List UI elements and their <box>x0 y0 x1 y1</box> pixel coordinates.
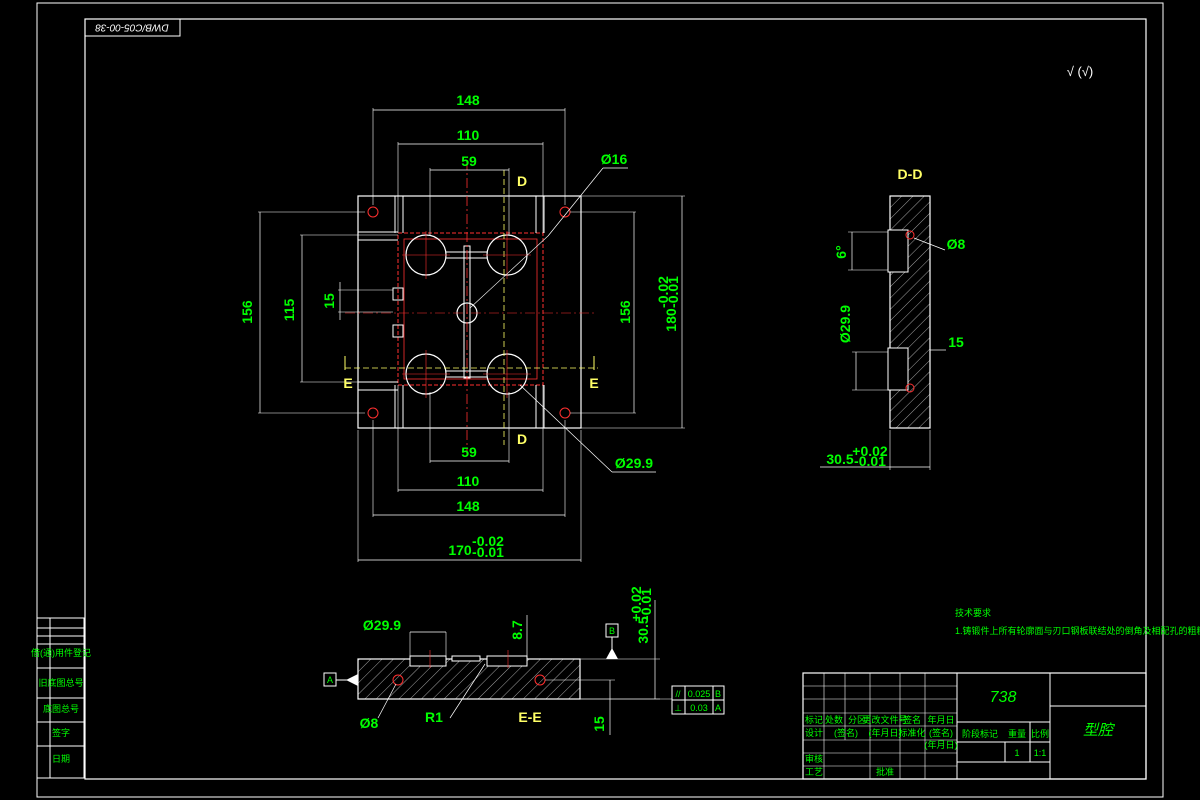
tb-header-5: 年月日 <box>927 714 954 725</box>
ee-dim-87: 8.7 <box>509 620 525 640</box>
side-box-3: 底图总号 <box>43 703 79 714</box>
dim-top-59: 59 <box>461 153 477 169</box>
ee-dim-d8: Ø8 <box>360 715 379 731</box>
side-strip: 借(通)用件登记 旧底图总号 底图总号 签字 日期 <box>31 617 91 779</box>
tol-row2-symbol: ⊥ <box>674 703 682 713</box>
dim-hole-d299: Ø29.9 <box>615 455 653 471</box>
tb-weight-value: 1 <box>1014 748 1019 758</box>
tol-row1-symbol: // <box>675 689 681 699</box>
tb-label-weight: 重量 <box>1008 728 1026 739</box>
dim-bot-170-tol-dn: -0.01 <box>472 544 504 560</box>
tb-design-0: 设计 <box>805 727 823 738</box>
tb-label-approve: 批准 <box>876 766 894 777</box>
tb-header-4: 签名 <box>903 714 921 725</box>
tb-design-5: (年月日) <box>925 739 958 750</box>
section-ee: Ø29.9 8.7 30.5 +0.02 -0.01 15 Ø8 R1 E-E … <box>323 586 725 735</box>
title-block: 标记 处数 分区 更改文件号 签名 年月日 设计 (签名) (年月日) 标准化 … <box>802 672 1147 780</box>
dd-dim-d8: Ø8 <box>947 236 966 252</box>
dim-left-115: 115 <box>281 298 297 321</box>
dim-hole-d16: Ø16 <box>601 151 628 167</box>
corner-hole-tl <box>367 206 379 218</box>
drawing-code: DWB/C05-00-38 <box>95 21 169 32</box>
datum-a-label: A <box>327 675 333 685</box>
tech-req-title: 技术要求 <box>955 607 991 618</box>
dim-right-156: 156 <box>617 300 633 324</box>
dim-left-15: 15 <box>321 293 337 309</box>
dd-dim-15: 15 <box>948 334 964 350</box>
dim-bot-110: 110 <box>457 473 480 489</box>
plan-view: 148 110 59 D Ø16 156 115 15 E 156 180 -0… <box>239 92 685 562</box>
corner-hole-br <box>559 407 571 419</box>
corner-hole-bl <box>367 407 379 419</box>
roughness-note: √ (√) <box>1067 64 1094 79</box>
tb-header-0: 标记 <box>805 714 823 725</box>
dim-left-156: 156 <box>239 300 255 324</box>
label-d-top: D <box>517 173 527 189</box>
side-box-5: 日期 <box>52 754 70 764</box>
tol-row2-value: 0.03 <box>690 703 708 713</box>
outer-border <box>36 2 1164 798</box>
tb-header-3: 更改文件号 <box>862 714 907 725</box>
dim-bot-59: 59 <box>461 444 477 460</box>
ee-dim-15: 15 <box>591 716 607 732</box>
dim-right-180: 180 <box>663 308 679 332</box>
section-dd: D-D 6° Ø8 Ø29.9 15 30.5 +0.02 -0.01 <box>820 166 966 470</box>
side-box-1: 借(通)用件登记 <box>31 647 91 658</box>
dd-dim-d299: Ø29.9 <box>837 305 853 343</box>
tb-scale-value: 1:1 <box>1034 748 1047 758</box>
tb-design-4: (签名) <box>929 727 953 738</box>
dim-top-110: 110 <box>457 127 480 143</box>
label-e-right: E <box>589 375 598 391</box>
side-box-4: 签字 <box>52 727 70 738</box>
ee-dim-r1: R1 <box>425 709 443 725</box>
ee-dim-305-tol-dn: -0.01 <box>638 588 654 620</box>
tb-label-scale: 比例 <box>1031 728 1049 739</box>
dim-top-148: 148 <box>456 92 480 108</box>
side-box-2: 旧底图总号 <box>38 677 83 688</box>
dd-title: D-D <box>898 166 923 182</box>
tech-req-line1: 1.铸锻件上所有轮廓面与刃口钢板联结处的倒角及相配孔的粗糙度按规定等级。 <box>955 625 1200 636</box>
dd-dim-6deg: 6° <box>833 245 849 258</box>
label-d-bottom: D <box>517 431 527 447</box>
tb-part-number: 738 <box>990 689 1017 706</box>
tb-label-stage: 阶段标记 <box>962 728 998 739</box>
tol-row1-value: 0.025 <box>688 689 711 699</box>
inner-border <box>84 18 1147 780</box>
tb-header-1: 处数 <box>825 714 843 725</box>
label-e-left: E <box>343 375 352 391</box>
tol-row1-datum: B <box>715 689 721 699</box>
tb-design-3: 标准化 <box>898 727 925 738</box>
tb-label-process: 工艺 <box>805 767 823 777</box>
ee-title: E-E <box>518 709 541 725</box>
tol-row2-datum: A <box>715 703 721 713</box>
tb-part-name: 型腔 <box>1083 722 1116 739</box>
tb-label-review: 审核 <box>805 753 823 764</box>
dim-right-180-tol-dn: -0.01 <box>665 276 681 308</box>
dd-dim-305-tol-dn: -0.01 <box>854 453 886 469</box>
datum-b-label: B <box>609 626 615 636</box>
dim-bot-148: 148 <box>456 498 480 514</box>
dd-dim-305: 30.5 <box>826 451 853 467</box>
tb-design-1: (签名) <box>834 727 858 738</box>
tb-design-2: (年月日) <box>869 727 902 738</box>
ee-dim-d299: Ø29.9 <box>363 617 401 633</box>
cad-drawing-sheet: DWB/C05-00-38 √ (√) 借(通)用件登记 旧底图总号 底图总号 … <box>31 2 1200 798</box>
dim-bot-170: 170 <box>448 542 472 558</box>
